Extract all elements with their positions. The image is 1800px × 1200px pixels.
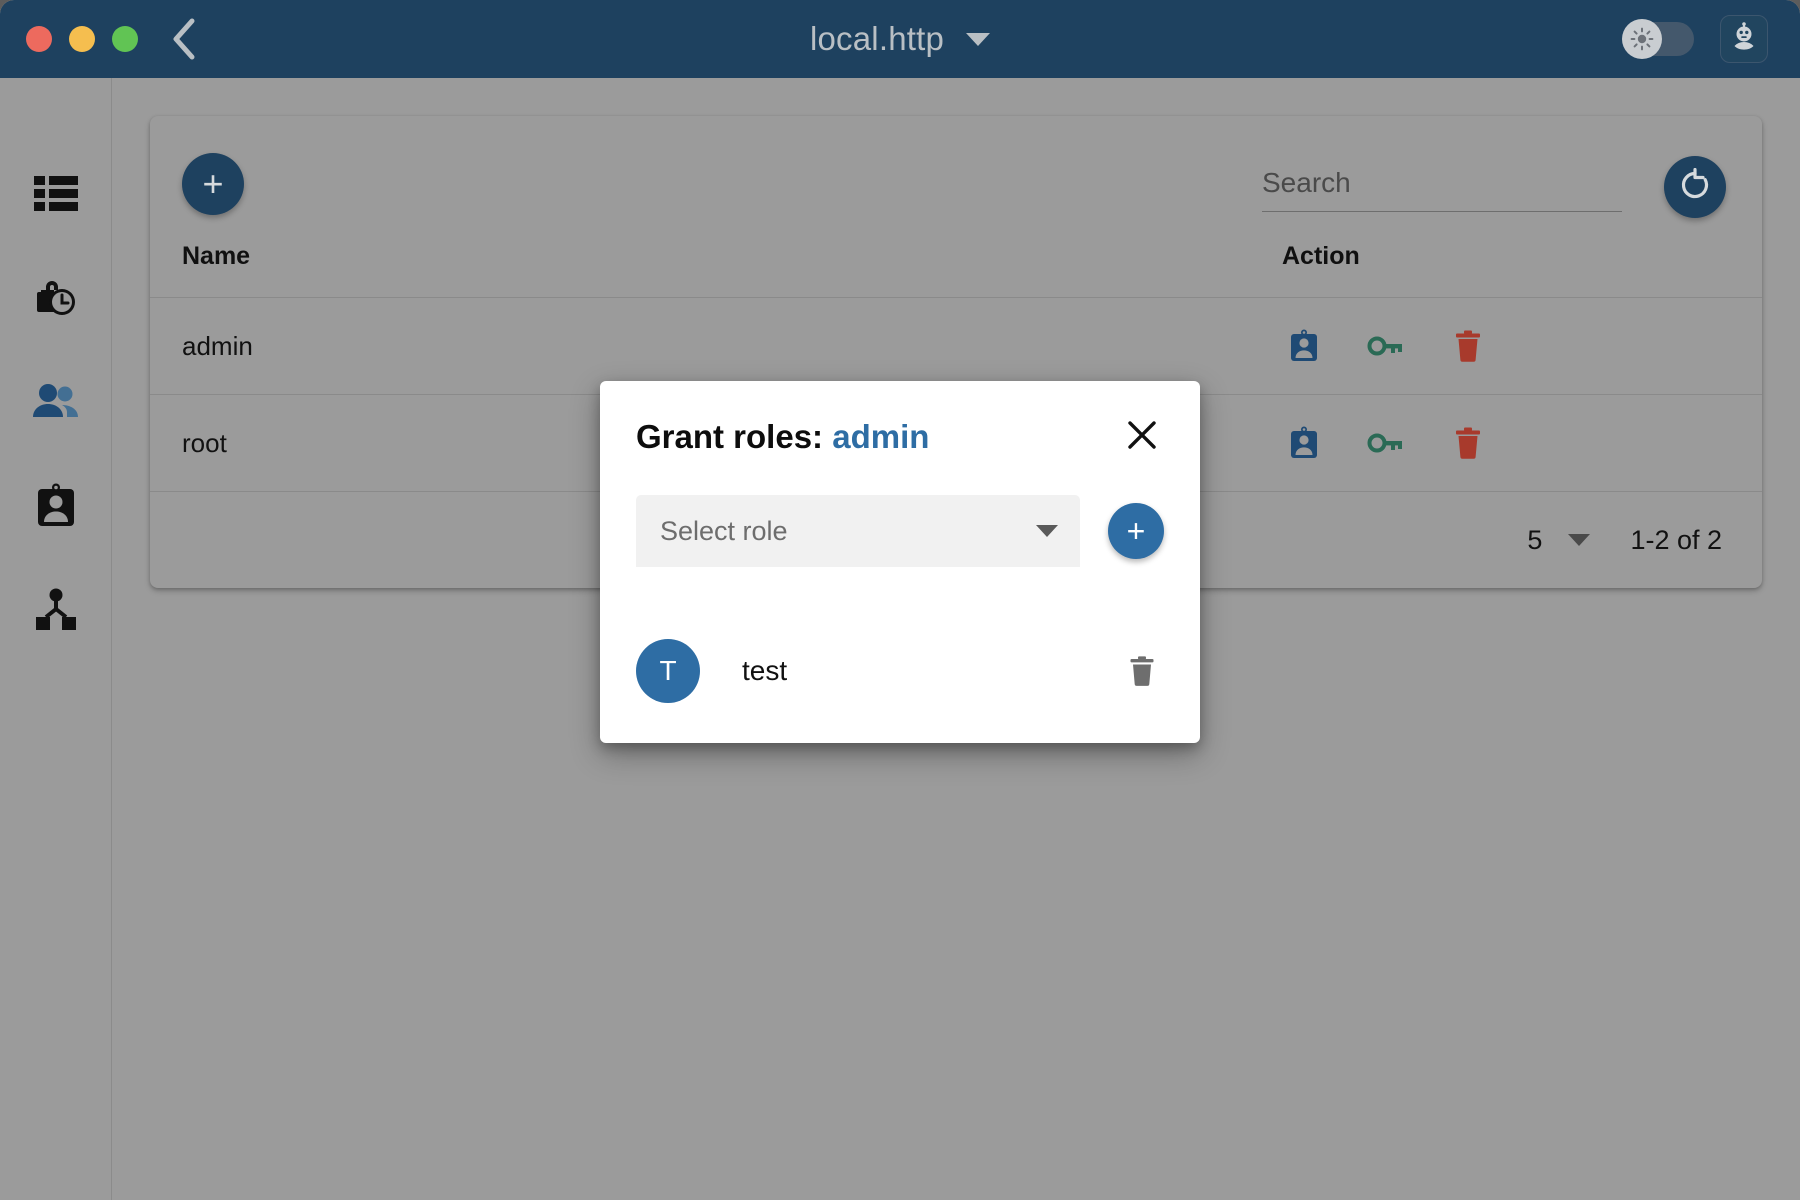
sidebar: [0, 78, 112, 1200]
row-action-group: [1282, 421, 1762, 465]
grant-roles-button[interactable]: [1364, 421, 1408, 465]
close-icon: [1125, 418, 1159, 457]
page-size-value: 5: [1527, 524, 1543, 555]
dialog-title-subject: admin: [832, 418, 930, 455]
revoke-role-button[interactable]: [1120, 649, 1164, 693]
account-tree-icon: [32, 588, 80, 637]
granted-roles-list: T test: [636, 639, 1164, 703]
brightness-icon: [1622, 19, 1662, 59]
dialog-title: Grant roles: admin: [636, 418, 929, 456]
page-range-label: 1-2 of 2: [1630, 524, 1722, 555]
add-user-button[interactable]: +: [182, 153, 244, 215]
close-window-button[interactable]: [26, 26, 52, 52]
chevron-down-icon[interactable]: [966, 32, 991, 46]
search-field: [1262, 167, 1622, 212]
delete-user-button[interactable]: [1446, 421, 1490, 465]
row-action-group: [1282, 324, 1762, 368]
sidebar-item-lock-history[interactable]: [26, 270, 86, 330]
close-dialog-button[interactable]: [1120, 415, 1164, 459]
sidebar-item-list[interactable]: [26, 166, 86, 226]
page-size-selector[interactable]: 5: [1527, 524, 1591, 556]
avatar: T: [636, 639, 700, 703]
title-bar-actions: [1622, 15, 1768, 63]
refresh-icon: [1678, 167, 1712, 207]
refresh-button[interactable]: [1664, 156, 1726, 218]
sidebar-item-hierarchy[interactable]: [26, 582, 86, 642]
grant-roles-button[interactable]: [1364, 324, 1408, 368]
list-item: T test: [636, 639, 1164, 703]
people-icon: [31, 383, 81, 426]
column-header-name: Name: [150, 242, 1282, 298]
maximize-window-button[interactable]: [112, 26, 138, 52]
badge-icon: [35, 483, 77, 534]
cell-actions: [1282, 394, 1762, 492]
assistant-button[interactable]: [1720, 15, 1768, 63]
column-header-action: Action: [1282, 242, 1762, 298]
robot-icon: [1729, 21, 1759, 57]
chevron-down-icon: [1568, 534, 1591, 546]
app-window: local.http + Search Name Action admin ro…: [0, 0, 1800, 1200]
toolbar-right-group: [1262, 156, 1726, 218]
role-select[interactable]: Select role: [636, 495, 1080, 567]
sidebar-item-users[interactable]: [26, 374, 86, 434]
list-icon: [33, 174, 79, 219]
role-select-row: Select role +: [636, 495, 1164, 567]
chevron-down-icon: [1036, 525, 1058, 537]
grant-role-button[interactable]: +: [1108, 503, 1164, 559]
minimize-window-button[interactable]: [69, 26, 95, 52]
view-profile-button[interactable]: [1282, 324, 1326, 368]
table-header-row: Name Action: [150, 242, 1762, 298]
sidebar-item-profile[interactable]: [26, 478, 86, 538]
dialog-title-prefix: Grant roles:: [636, 418, 824, 455]
role-select-placeholder: Select role: [660, 515, 788, 546]
window-controls: [26, 26, 138, 52]
view-profile-button[interactable]: [1282, 421, 1326, 465]
window-title: local.http: [809, 20, 945, 57]
search-input[interactable]: [1262, 167, 1622, 201]
card-toolbar: +: [150, 116, 1762, 242]
back-button[interactable]: [164, 16, 204, 62]
grant-roles-dialog: Grant roles: admin Select role + T test: [600, 381, 1200, 743]
chevron-left-icon: [171, 17, 197, 61]
granted-role-name: test: [742, 655, 788, 686]
lock-clock-icon: [32, 276, 80, 325]
cell-user-name: admin: [150, 297, 1282, 395]
theme-toggle[interactable]: [1622, 19, 1694, 59]
title-bar: local.http: [0, 0, 1800, 78]
dialog-header: Grant roles: admin: [636, 415, 1164, 459]
delete-user-button[interactable]: [1446, 324, 1490, 368]
window-title-group: local.http: [0, 0, 1800, 78]
table-row[interactable]: admin: [150, 297, 1762, 395]
table-head: Name Action: [150, 242, 1762, 298]
cell-actions: [1282, 297, 1762, 395]
